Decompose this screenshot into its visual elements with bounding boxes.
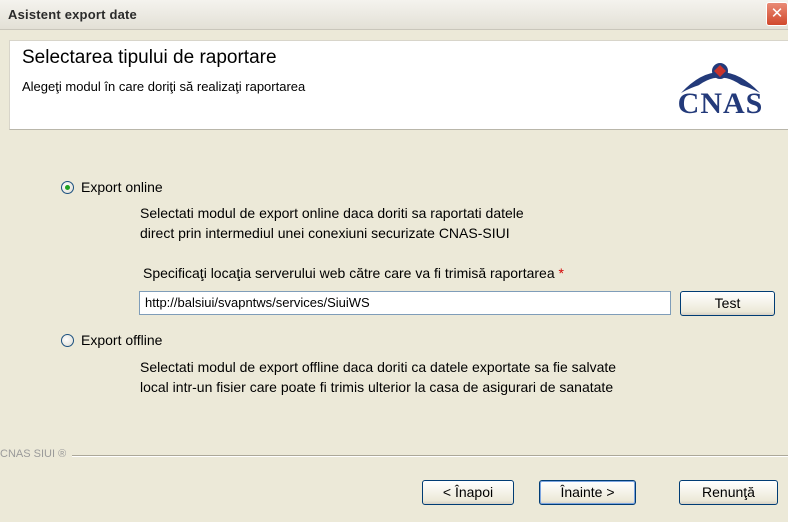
- footer-divider: [0, 455, 788, 457]
- wizard-header: Selectarea tipului de raportare Alegeţi …: [9, 40, 788, 130]
- offline-desc-line1: Selectati modul de export offline daca d…: [140, 359, 617, 375]
- close-icon: ✕: [770, 5, 784, 22]
- page-title: Selectarea tipului de raportare: [22, 47, 277, 68]
- back-button[interactable]: < Înapoi: [422, 480, 514, 505]
- server-url-input[interactable]: http://balsiui/svapntws/services/SiuiWS: [139, 291, 671, 315]
- server-label-text: Specificaţi locaţia serverului web către…: [143, 265, 555, 281]
- option-offline[interactable]: Export offline: [61, 332, 162, 348]
- logo-text: CNAS: [677, 87, 764, 120]
- option-online[interactable]: Export online: [61, 179, 163, 195]
- option-online-label: Export online: [81, 179, 163, 195]
- wizard-window: Asistent export date ✕ Selectarea tipulu…: [0, 0, 788, 522]
- title-bar[interactable]: Asistent export date ✕: [0, 0, 788, 30]
- radio-online[interactable]: [61, 180, 74, 194]
- window-title: Asistent export date: [8, 7, 137, 22]
- test-button[interactable]: Test: [680, 291, 775, 316]
- required-marker: *: [558, 265, 564, 281]
- wizard-content: Export online Selectati modul de export …: [9, 131, 788, 446]
- server-field-label: Specificaţi locaţia serverului web către…: [143, 263, 564, 283]
- online-description: Selectati modul de export online daca do…: [140, 203, 524, 243]
- footer-brand: CNAS SIUI ®: [0, 448, 73, 460]
- offline-description: Selectati modul de export offline daca d…: [140, 357, 616, 397]
- online-desc-line1: Selectati modul de export online daca do…: [140, 205, 524, 221]
- next-button[interactable]: Înainte >: [539, 480, 636, 505]
- offline-desc-line2: local intr-un fisier care poate fi trimi…: [140, 379, 614, 395]
- radio-offline[interactable]: [61, 333, 74, 347]
- page-subtitle: Alegeţi modul în care doriţi să realizaţ…: [22, 79, 306, 94]
- cancel-button[interactable]: Renunţă: [679, 480, 778, 505]
- online-desc-line2: direct prin intermediul unei conexiuni s…: [140, 225, 510, 241]
- option-offline-label: Export offline: [81, 332, 163, 348]
- close-button[interactable]: ✕: [766, 2, 788, 26]
- cnas-logo: CNAS: [663, 61, 778, 125]
